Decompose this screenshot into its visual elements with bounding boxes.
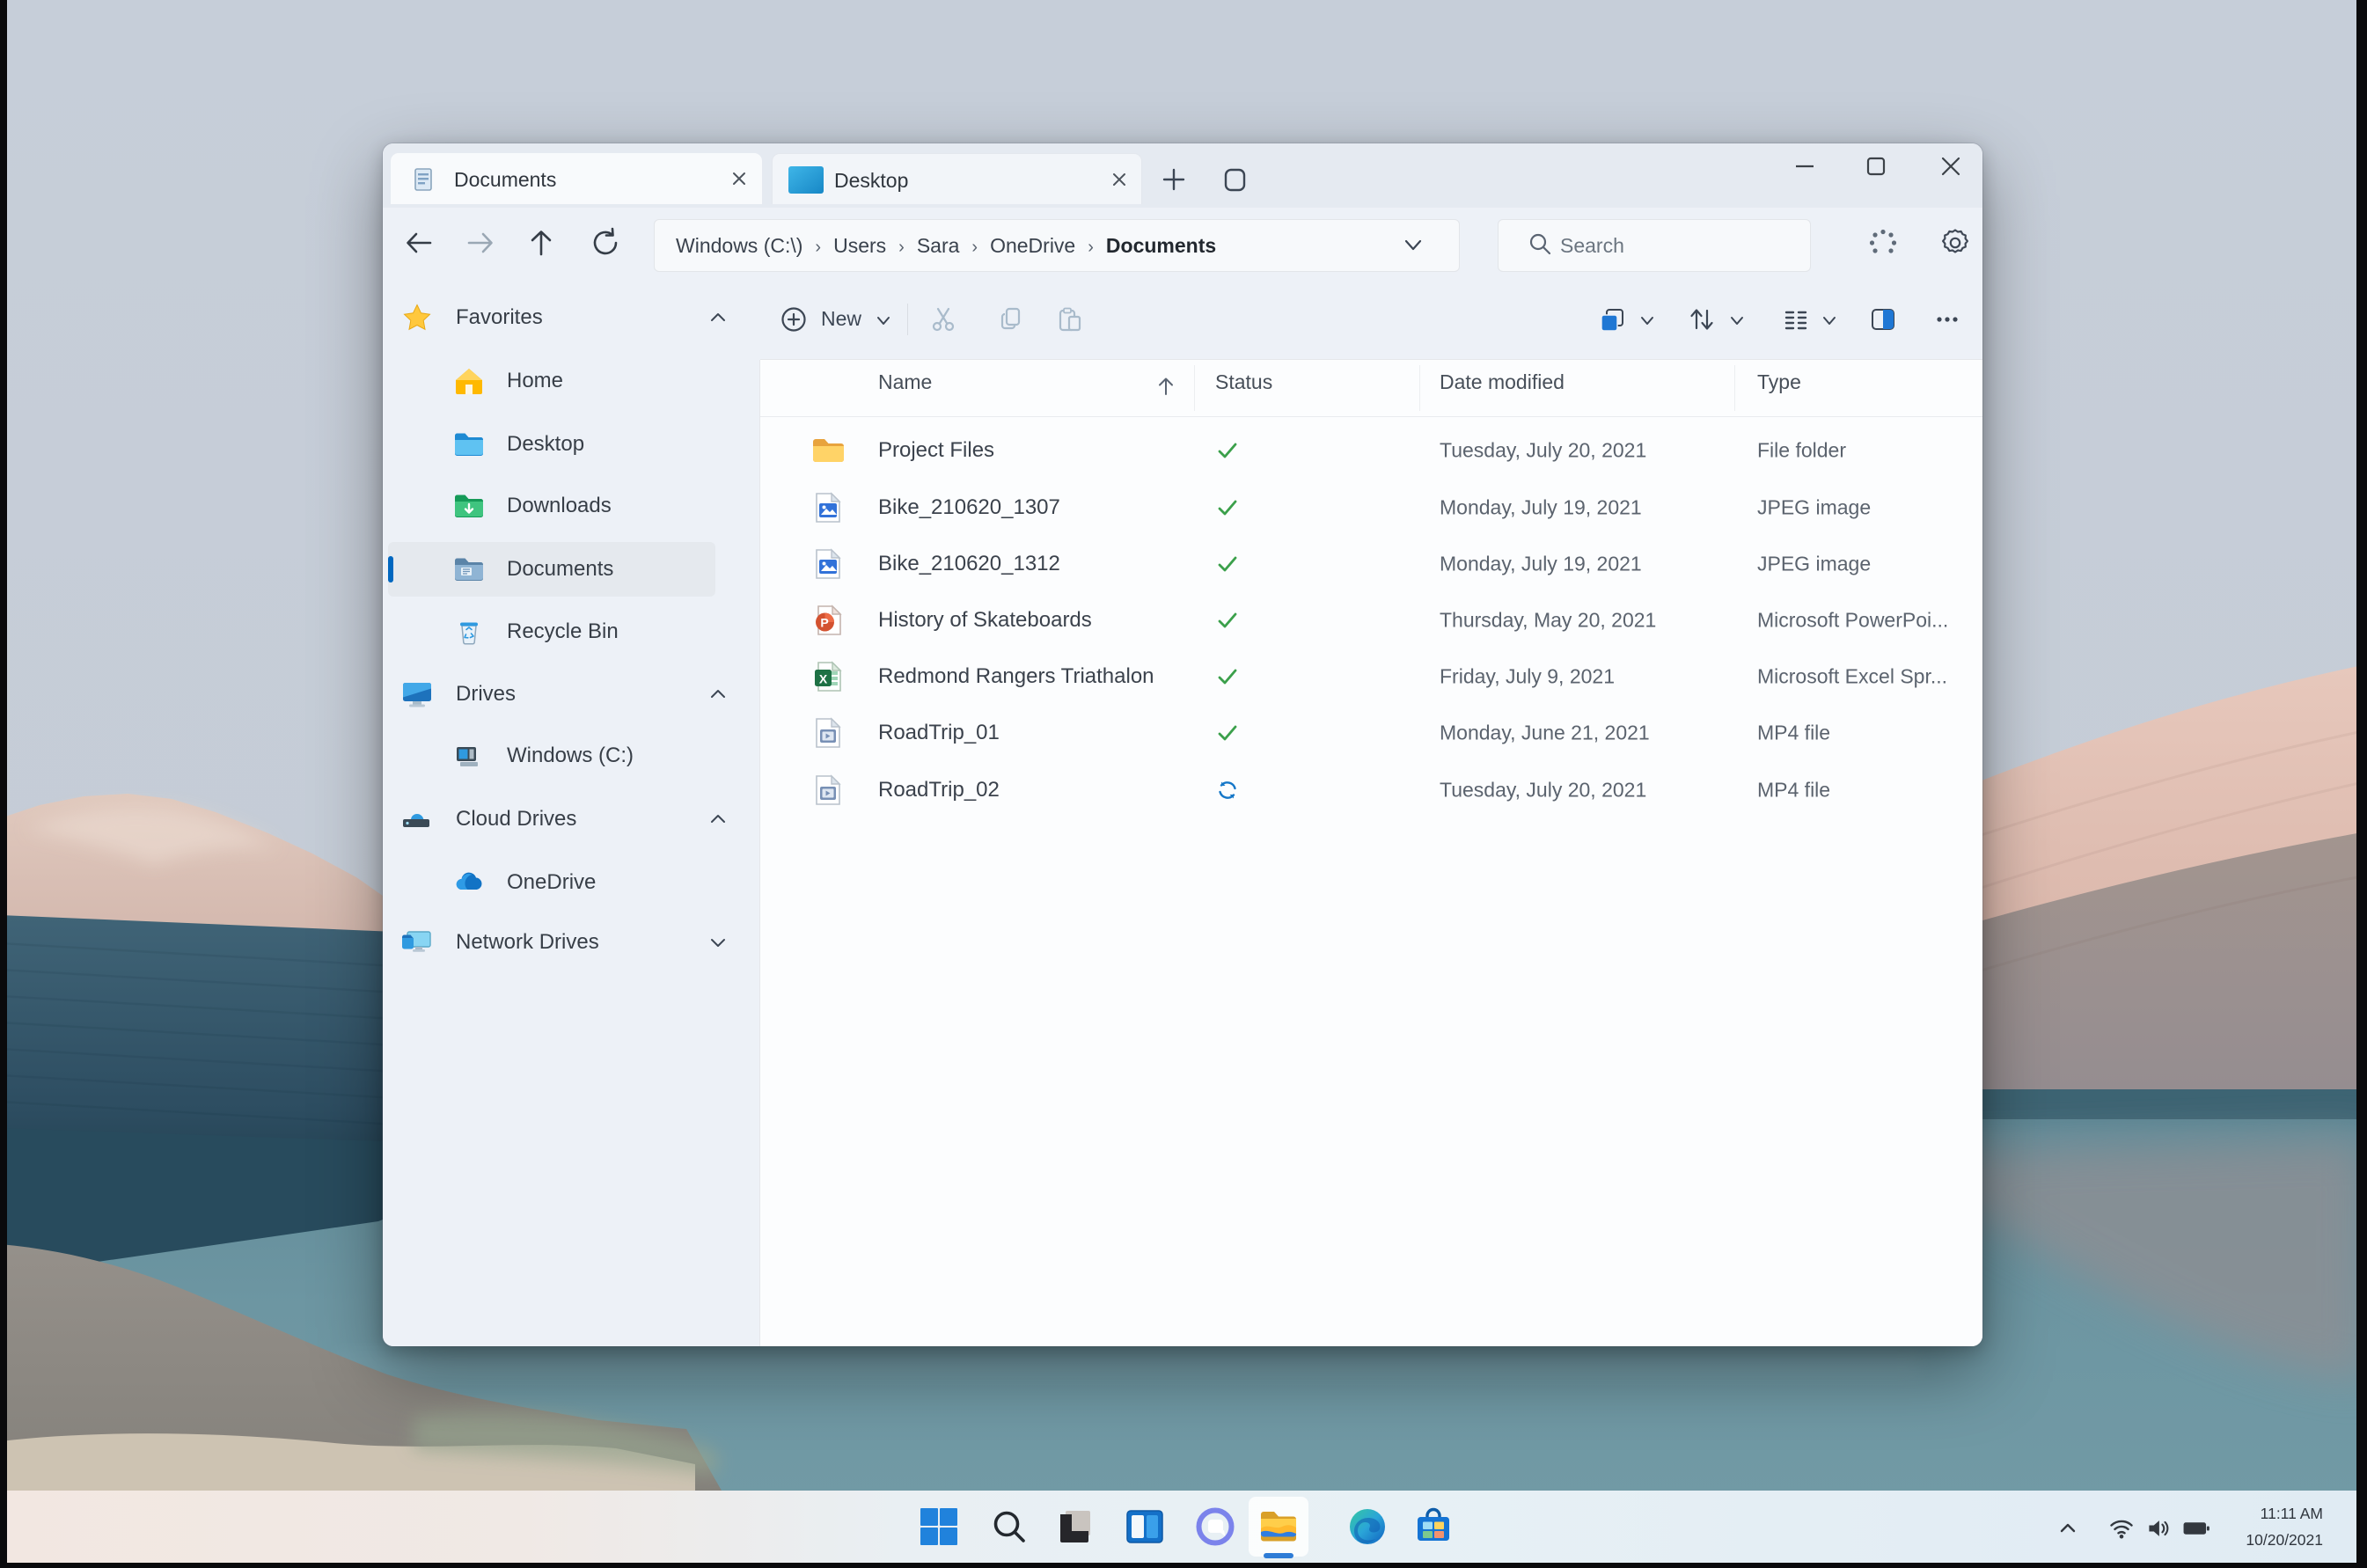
svg-text:P: P <box>820 616 828 630</box>
svg-text:X: X <box>819 672 828 686</box>
